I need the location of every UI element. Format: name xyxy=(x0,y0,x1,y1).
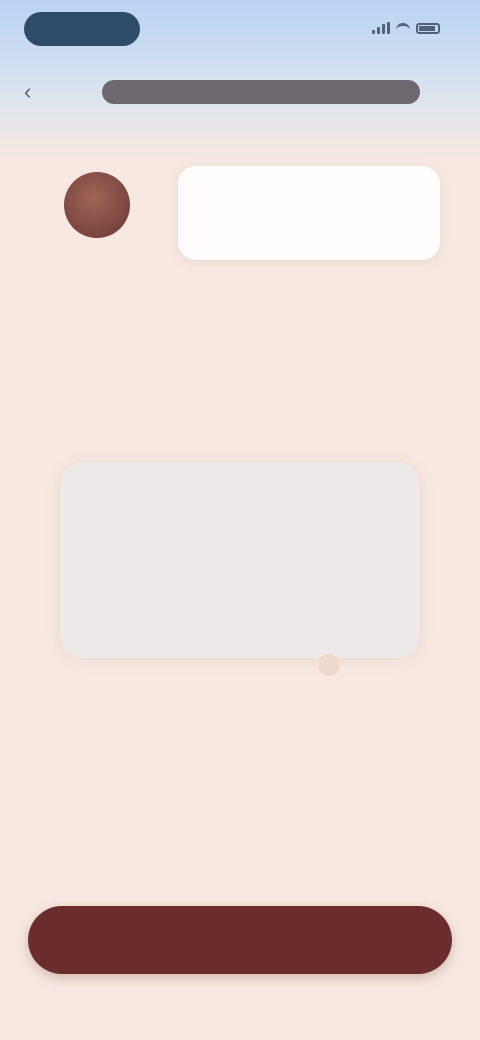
wifi-icon xyxy=(396,23,410,33)
status-bar xyxy=(0,0,480,60)
status-time xyxy=(24,12,140,46)
cta-right-text xyxy=(348,928,428,952)
cta-left-text xyxy=(54,928,164,952)
info-card[interactable] xyxy=(60,462,420,658)
message-row xyxy=(60,160,440,270)
page-title xyxy=(102,80,420,104)
message-bubble xyxy=(178,166,440,260)
signal-icon xyxy=(372,22,390,34)
battery-icon xyxy=(416,22,440,34)
status-icons xyxy=(372,22,440,34)
avatar[interactable] xyxy=(64,172,130,238)
chevron-left-icon[interactable]: ‹ xyxy=(24,80,48,104)
pin-icon xyxy=(318,654,340,676)
cta-label xyxy=(178,928,358,952)
primary-action-button[interactable] xyxy=(28,906,452,974)
title-bar: ‹ xyxy=(24,72,440,112)
